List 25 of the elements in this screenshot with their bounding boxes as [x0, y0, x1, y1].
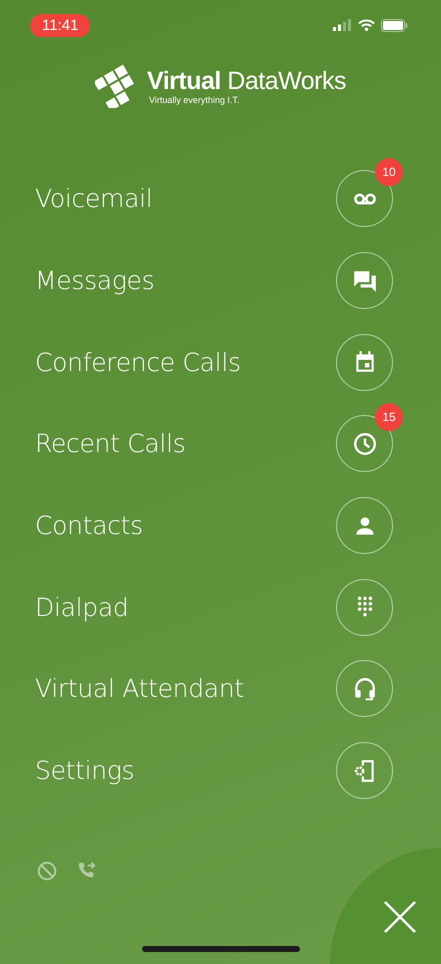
- battery-icon: [381, 18, 408, 32]
- menu-icon-button[interactable]: [336, 660, 393, 718]
- menu-label[interactable]: Recent Calls: [35, 429, 186, 458]
- status-time: 11:41: [30, 14, 90, 36]
- menu-icon-button[interactable]: [336, 578, 393, 636]
- count-badge: 10: [375, 158, 403, 186]
- count-badge: 15: [375, 403, 403, 432]
- brand-name: Virtual DataWorks: [147, 67, 346, 95]
- menu-label[interactable]: Dialpad: [35, 592, 128, 622]
- menu-icon-button[interactable]: [336, 497, 393, 554]
- wifi-icon: [358, 19, 375, 31]
- menu-label[interactable]: Conference Calls: [35, 348, 241, 377]
- blocked-icon: [36, 860, 58, 882]
- menu-icon-button[interactable]: [336, 252, 393, 310]
- menu-icon-button[interactable]: [336, 742, 393, 800]
- clock-icon: [352, 430, 378, 457]
- menu-label[interactable]: Voicemail: [35, 184, 152, 214]
- tagline: Virtually everything I.T.: [149, 95, 240, 105]
- menu-label[interactable]: Messages: [35, 266, 154, 296]
- menu-label[interactable]: Contacts: [35, 511, 143, 540]
- close-button[interactable]: [383, 900, 417, 934]
- menu-label[interactable]: Virtual Attendant: [35, 674, 244, 704]
- signal-icon: [333, 19, 352, 31]
- menu-icon-button[interactable]: [336, 334, 393, 391]
- menu-label[interactable]: Settings: [35, 756, 134, 786]
